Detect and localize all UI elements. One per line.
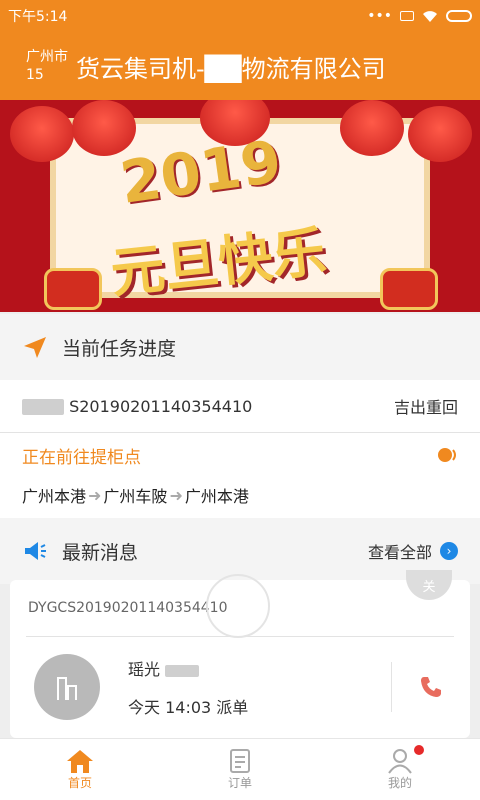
route-stop-1: 广州本港 (22, 487, 87, 506)
task-card[interactable]: S20190201140354410 吉出重回 正在前往提柜点 广州本港 ➜ 广… (0, 380, 480, 518)
call-button[interactable] (392, 674, 470, 700)
dots-icon: ••• (367, 8, 392, 24)
user-icon (388, 749, 412, 774)
status-bar: 下午5:14 ••• (0, 0, 480, 32)
wifi-icon (423, 11, 437, 22)
redacted-name (165, 664, 200, 677)
tab-orders[interactable]: 订单 (160, 739, 320, 800)
route-stop-3: 广州本港 (184, 487, 249, 506)
document-icon (230, 749, 250, 773)
city-selector[interactable]: 广州市 15 (0, 48, 70, 84)
close-button[interactable]: 关 (406, 570, 452, 600)
redacted-prefix (22, 399, 64, 415)
lantern-icon (408, 106, 472, 162)
arrow-right-icon: ➜ (169, 485, 183, 505)
megaphone-icon (25, 542, 46, 560)
tab-home-label: 首页 (67, 776, 92, 790)
status-icons: ••• (367, 8, 472, 24)
dispatch-time: 今天 14:03 派单 (128, 698, 249, 717)
chevron-right-icon: › (440, 542, 458, 560)
notification-badge (414, 745, 424, 755)
news-order-number: DYGCS20190201140354410 (28, 600, 228, 616)
lantern-icon (10, 106, 74, 162)
arrow-right-icon: ➜ (88, 485, 102, 505)
task-order-action: 吉出重回 (393, 398, 458, 417)
task-status: 正在前往提柜点 (22, 447, 141, 468)
tab-home[interactable]: 首页 (0, 739, 160, 800)
home-icon (67, 750, 93, 773)
phone-icon (421, 677, 441, 697)
tab-profile[interactable]: 我的 (320, 739, 480, 800)
tab-orders-label: 订单 (227, 776, 252, 790)
paper-plane-icon (24, 337, 46, 358)
status-time: 下午5:14 (8, 9, 68, 25)
page-title: 货云集司机-██物流有限公司 (76, 54, 386, 83)
lantern-icon (340, 100, 404, 156)
city-sub-label: 15 (26, 67, 44, 83)
task-order-number: S20190201140354410 (22, 397, 252, 416)
view-all-link[interactable]: 查看全部 › (368, 539, 458, 563)
avatar (34, 654, 100, 720)
tab-bar: 首页 订单 我的 (0, 738, 480, 800)
promo-banner[interactable]: 2019 元旦快乐 (0, 100, 480, 312)
route-stop-2: 广州车陂 (103, 487, 168, 506)
sim-icon (400, 11, 414, 21)
stamp-watermark (206, 574, 270, 638)
news-section-title: 最新消息 (62, 541, 139, 564)
news-card[interactable]: DYGCS20190201140354410 关 瑶光 今天 14:03 派单 (10, 570, 470, 738)
drum-icon (44, 268, 102, 310)
city-label: 广州市 (26, 49, 68, 65)
app-header: 广州市 15 货云集司机-██物流有限公司 (0, 32, 480, 100)
location-pulse-icon (438, 448, 456, 462)
drum-icon (380, 268, 438, 310)
task-section-title: 当前任务进度 (62, 337, 177, 360)
tab-profile-label: 我的 (387, 776, 412, 790)
battery-icon (446, 10, 472, 22)
task-section-header: 当前任务进度 (0, 314, 480, 380)
building-icon (57, 677, 77, 700)
driver-name: 瑶光 (128, 656, 391, 680)
